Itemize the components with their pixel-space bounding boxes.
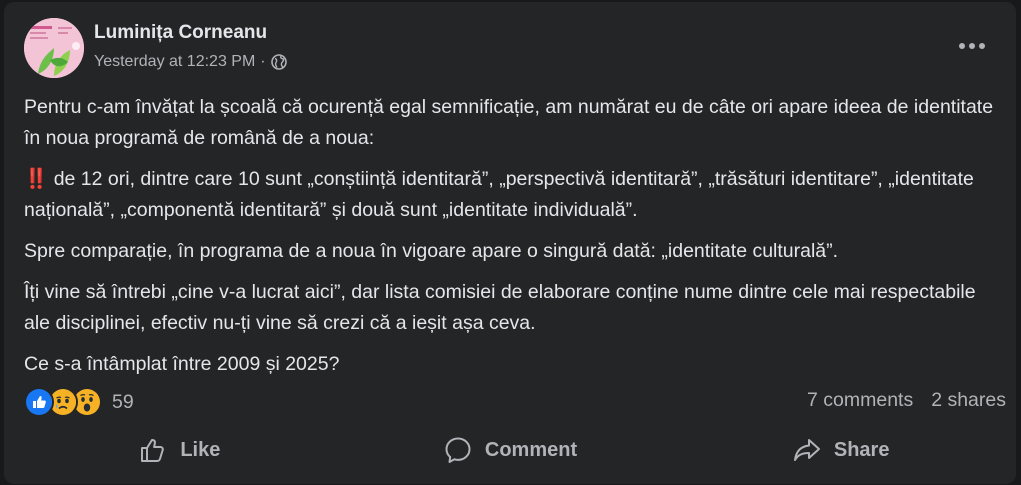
post-actions: Like Comment Share — [14, 426, 1006, 474]
post-paragraph-4: Îți vine să întrebi „cine v-a lucrat aic… — [24, 281, 976, 334]
like-icon — [24, 387, 54, 417]
post-stats: 59 7 comments 2 shares — [24, 386, 1006, 418]
comment-label: Comment — [484, 438, 578, 461]
share-label: Share — [833, 438, 890, 461]
reactions-summary[interactable]: 59 — [24, 387, 134, 417]
post-timestamp[interactable]: Yesterday at 12:23 PM — [94, 53, 255, 71]
thumbs-up-icon — [138, 435, 168, 465]
post-meta: Yesterday at 12:23 PM · — [94, 53, 287, 71]
post-paragraph-5: Ce s-a întâmplat între 2009 și 2025? — [24, 353, 340, 375]
post-card: Luminița Corneanu Yesterday at 12:23 PM … — [4, 2, 1016, 484]
comment-bubble-icon — [443, 435, 473, 465]
engagement-counts: 7 comments 2 shares — [807, 389, 1006, 412]
more-options-button[interactable] — [954, 36, 990, 56]
reaction-count[interactable]: 59 — [112, 391, 134, 414]
double-exclamation-icon: ‼️ — [24, 168, 49, 190]
like-button[interactable]: Like — [14, 426, 345, 474]
post-paragraph-1: Pentru c-am învățat la școală că ocurenț… — [24, 96, 994, 149]
globe-icon — [270, 54, 287, 70]
post-paragraph-2-text: de 12 ori, dintre care 10 sunt „conștiin… — [24, 168, 974, 221]
meta-separator: · — [260, 53, 266, 70]
post-paragraph-2: ‼️ de 12 ori, dintre care 10 sunt „conșt… — [24, 164, 1004, 226]
comments-count[interactable]: 7 comments — [807, 389, 913, 412]
shares-count[interactable]: 2 shares — [931, 389, 1006, 412]
share-arrow-icon — [792, 435, 822, 465]
comment-button[interactable]: Comment — [345, 426, 676, 474]
author-avatar[interactable] — [24, 18, 84, 78]
share-button[interactable]: Share — [675, 426, 1006, 474]
post-body: Pentru c-am învățat la școală că ocurenț… — [24, 92, 1004, 390]
more-horizontal-icon — [959, 43, 985, 49]
like-label: Like — [180, 438, 221, 461]
post-header: Luminița Corneanu Yesterday at 12:23 PM … — [24, 18, 1000, 82]
post-paragraph-3: Spre comparație, în programa de a noua î… — [24, 240, 839, 262]
author-name[interactable]: Luminița Corneanu — [94, 22, 267, 44]
avatar-image — [24, 18, 84, 78]
